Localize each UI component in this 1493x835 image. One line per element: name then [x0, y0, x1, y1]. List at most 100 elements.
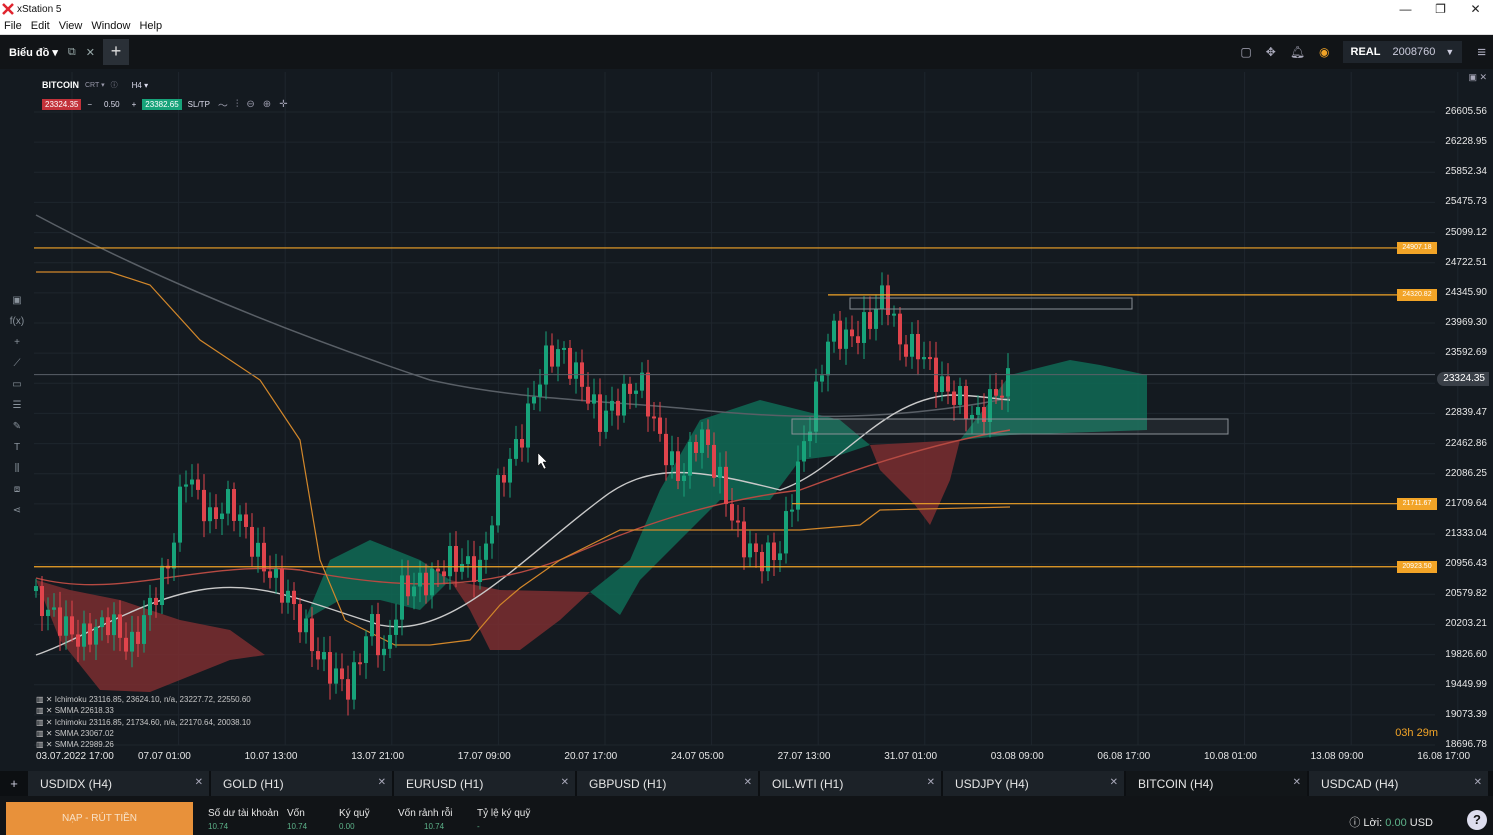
candle-body [520, 439, 524, 448]
margin-label: Ký quỹ [339, 808, 370, 819]
candle-body [496, 475, 500, 526]
add-tab-button[interactable]: + [0, 771, 28, 796]
info-icon[interactable]: ⓘ [111, 80, 118, 90]
text-tool-icon[interactable]: T [14, 437, 20, 458]
candle-body [1000, 395, 1004, 398]
indicator-entry[interactable]: ▥ ✕ SMMA 22618.33 [36, 705, 251, 716]
candle-body [730, 504, 734, 521]
tab-bitcoin[interactable]: BITCOIN (H4) ✕ [1126, 771, 1309, 796]
candle-body [802, 441, 806, 462]
indicator-entry[interactable]: ▥ ✕ SMMA 23067.02 [36, 728, 251, 739]
sltp-button[interactable]: SL/TP [188, 100, 210, 109]
close-icon[interactable]: ✕ [378, 777, 386, 788]
candle-body [532, 396, 536, 404]
close-icon[interactable]: ✕ [927, 777, 935, 788]
buy-button[interactable]: 23382.65 [142, 99, 182, 110]
line-tool-icon[interactable]: ⟋ [14, 353, 21, 374]
candle-body [682, 475, 686, 481]
close-icon[interactable]: ✕ [195, 777, 203, 788]
close-icon[interactable]: ✕ [1293, 777, 1301, 788]
candle-body [310, 618, 314, 652]
x-axis-tick: 10.07 13:00 [244, 751, 298, 762]
close-icon[interactable]: ✕ [1474, 777, 1482, 788]
candle-body [910, 334, 914, 357]
profit-currency: USD [1409, 817, 1433, 829]
zoom-out-icon[interactable]: ⊖ [246, 99, 254, 110]
volume-plus[interactable]: + [132, 100, 137, 109]
tab-eurusd[interactable]: EURUSD (H1) ✕ [394, 771, 577, 796]
crosshair-tool-icon[interactable]: + [14, 332, 20, 353]
level-price-tag[interactable]: 20923.50 [1397, 560, 1437, 573]
level-price-tag[interactable]: 24320.82 [1397, 288, 1437, 301]
volume-input[interactable]: 0.50 [104, 100, 120, 109]
balance-value: 10.74 [208, 822, 229, 831]
tab-label: GBPUSD (H1) [589, 777, 667, 791]
volume-minus[interactable]: − [87, 100, 92, 109]
candle-body [964, 386, 968, 419]
tab-usdcad[interactable]: USDCAD (H4) ✕ [1309, 771, 1490, 796]
candle-body [556, 349, 560, 367]
candle-body [850, 329, 854, 337]
indicators-icon[interactable]: ⫶ [236, 99, 239, 110]
share-icon[interactable]: ⋖ [13, 500, 21, 521]
symbol-name[interactable]: BITCOIN [42, 80, 79, 90]
deposit-withdraw-button[interactable]: NẠP - RÚT TIỀN [6, 802, 193, 835]
y-axis-tick: 22462.86 [1445, 437, 1487, 449]
timeframe-selector[interactable]: H4 ▾ [132, 81, 148, 90]
y-axis-tick: 23592.69 [1445, 347, 1487, 359]
chart-window-controls[interactable]: ▣ ✕ [1468, 72, 1487, 83]
margin-level-label: Tỷ lệ ký quỹ [477, 808, 531, 819]
candle-body [124, 637, 128, 652]
candle-body [988, 389, 992, 422]
crosshair-icon[interactable]: ✛ [279, 99, 287, 110]
tab-gbpusd[interactable]: GBPUSD (H1) ✕ [577, 771, 760, 796]
candle-body [118, 614, 122, 638]
line-chart-icon[interactable]: 〜 [218, 97, 228, 112]
symbol-type[interactable]: CRT ▾ [85, 81, 105, 89]
close-icon[interactable]: ✕ [744, 777, 752, 788]
candle-body [256, 542, 260, 557]
fibonacci-tool-icon[interactable]: ☰ [13, 395, 22, 416]
indicator-entry[interactable]: ▥ ✕ Ichimoku 23116.85, 21734.60, n/a, 22… [36, 717, 251, 728]
pen-tool-icon[interactable]: ✎ [13, 416, 21, 437]
x-axis-tick: 27.07 13:00 [777, 751, 831, 762]
x-axis-tick: 13.07 21:00 [351, 751, 405, 762]
y-axis-tick: 18696.78 [1445, 739, 1487, 750]
candle-body [976, 407, 980, 415]
y-axis-tick: 20579.82 [1445, 588, 1487, 600]
indicator-entry[interactable]: ▥ ✕ Ichimoku 23116.85, 23624.10, n/a, 23… [36, 694, 251, 705]
tab-usdidx[interactable]: USDIDX (H4) ✕ [28, 771, 211, 796]
sell-button[interactable]: 23324.35 [42, 99, 82, 110]
tab-oil-wti[interactable]: OIL.WTI (H1) ✕ [760, 771, 943, 796]
x-axis-tick: 03.07.2022 17:00 [36, 751, 114, 762]
tab-gold[interactable]: GOLD (H1) ✕ [211, 771, 394, 796]
equity-value: 10.74 [287, 822, 308, 831]
level-price-tag[interactable]: 21711.67 [1397, 497, 1437, 510]
level-price-tag[interactable]: 24907.18 [1397, 241, 1437, 254]
candle-body [940, 376, 944, 392]
candle-body [430, 568, 434, 596]
close-icon[interactable]: ✕ [561, 777, 569, 788]
candle-body [718, 466, 722, 478]
candle-body [478, 559, 482, 582]
candle-body [922, 357, 926, 360]
candle-body [928, 357, 932, 360]
candle-body [202, 489, 206, 522]
help-icon[interactable]: ? [1467, 810, 1487, 830]
tab-usdjpy[interactable]: USDJPY (H4) ✕ [943, 771, 1126, 796]
function-icon[interactable]: f(x) [10, 311, 24, 332]
panel-icon[interactable]: ▣ [12, 290, 21, 311]
measure-tool-icon[interactable]: ⫼ [15, 458, 20, 479]
layers-icon[interactable]: ⧈ [14, 479, 20, 500]
rectangle-tool-icon[interactable]: ▭ [12, 374, 21, 395]
indicator-entry[interactable]: ▥ ✕ SMMA 22989.26 [36, 739, 251, 750]
close-icon[interactable]: ✕ [1110, 777, 1118, 788]
candle-body [64, 616, 68, 636]
indicator-text: SMMA 22618.33 [54, 706, 114, 716]
candle-body [46, 609, 50, 617]
profit-display: ⓘ Lời: 0.00 USD [1349, 817, 1433, 829]
zoom-in-icon[interactable]: ⊕ [263, 99, 271, 110]
candle-body [292, 590, 296, 605]
tab-label: USDCAD (H4) [1321, 777, 1399, 791]
candle-body [472, 556, 476, 582]
